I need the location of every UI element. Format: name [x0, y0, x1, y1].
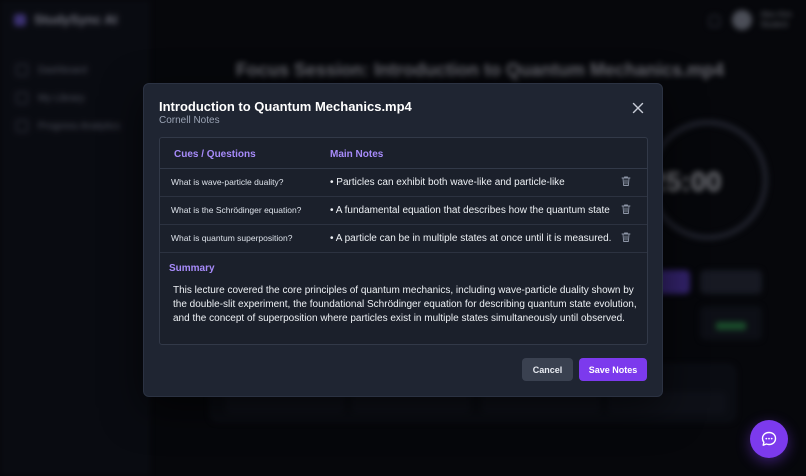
trash-icon[interactable]	[620, 175, 632, 187]
note-text[interactable]: • Particles can exhibit both wave-like a…	[330, 177, 565, 188]
note-text[interactable]: • A particle can be in multiple states a…	[330, 233, 611, 244]
summary-label: Summary	[169, 263, 215, 274]
table-row: What is quantum superposition? • A parti…	[160, 224, 647, 253]
notes-container: Cues / Questions Main Notes What is wave…	[159, 137, 648, 345]
column-header-cues: Cues / Questions	[174, 149, 256, 160]
chat-icon	[761, 431, 777, 446]
modal-title: Introduction to Quantum Mechanics.mp4	[159, 99, 412, 114]
cancel-button[interactable]: Cancel	[522, 358, 573, 381]
cue-text[interactable]: What is the Schrödinger equation?	[171, 205, 301, 215]
summary-text[interactable]: This lecture covered the core principles…	[173, 284, 639, 334]
chat-button[interactable]	[750, 420, 788, 458]
cue-text[interactable]: What is quantum superposition?	[171, 233, 292, 243]
table-row: What is the Schrödinger equation? • A fu…	[160, 196, 647, 225]
save-notes-button[interactable]: Save Notes	[579, 358, 647, 381]
trash-icon[interactable]	[620, 203, 632, 215]
table-row: What is wave-particle duality? • Particl…	[160, 168, 647, 197]
cue-text[interactable]: What is wave-particle duality?	[171, 177, 283, 187]
modal-subtitle: Cornell Notes	[159, 115, 220, 126]
notes-table-header: Cues / Questions Main Notes	[160, 138, 647, 169]
note-text[interactable]: • A fundamental equation that describes …	[330, 205, 610, 216]
close-icon[interactable]	[630, 100, 646, 116]
trash-icon[interactable]	[620, 231, 632, 243]
cornell-notes-modal: Introduction to Quantum Mechanics.mp4 Co…	[143, 83, 663, 397]
column-header-notes: Main Notes	[330, 149, 384, 160]
